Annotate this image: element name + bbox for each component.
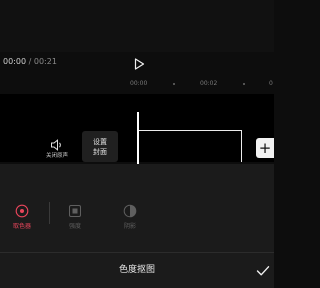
play-icon: [134, 58, 145, 70]
timeline-tick: 00:02: [200, 80, 218, 87]
color-picker-tool[interactable]: [15, 203, 29, 218]
set-cover-line1: 设置: [93, 138, 107, 146]
confirm-button[interactable]: [256, 262, 270, 276]
video-preview: [0, 0, 274, 52]
play-button[interactable]: [132, 56, 146, 70]
timeline-tick: 00:00: [130, 80, 148, 87]
tool-divider: [49, 202, 50, 224]
intensity-icon: [69, 205, 81, 217]
shadow-icon: [123, 204, 137, 218]
shadow-label[interactable]: 阴影: [110, 221, 150, 230]
checkmark-icon: [256, 266, 270, 276]
video-clip[interactable]: [138, 130, 242, 162]
mute-original-label[interactable]: 关闭原声: [38, 151, 76, 159]
panel-title: 色度抠图: [118, 265, 155, 275]
timeline-tick: 0: [269, 80, 273, 87]
color-picker-label[interactable]: 取色器: [2, 221, 42, 230]
playhead[interactable]: [137, 112, 139, 164]
footer-divider: [0, 252, 274, 253]
timeline-dot: [243, 83, 245, 85]
shadow-tool[interactable]: [123, 203, 137, 218]
total-time: 00:21: [33, 57, 57, 66]
plus-icon: +: [258, 139, 272, 157]
time-display: 00:00 / 00:21: [3, 57, 57, 66]
intensity-label[interactable]: 强度: [55, 221, 95, 230]
time-separator: /: [28, 57, 32, 66]
timeline-dot: [173, 83, 175, 85]
current-time: 00:00: [3, 57, 27, 66]
set-cover-line2: 封面: [93, 148, 107, 156]
intensity-tool[interactable]: [68, 203, 82, 217]
set-cover-label: 设置 封面: [82, 137, 118, 157]
speaker-icon[interactable]: [50, 136, 64, 151]
target-icon: [15, 204, 29, 218]
